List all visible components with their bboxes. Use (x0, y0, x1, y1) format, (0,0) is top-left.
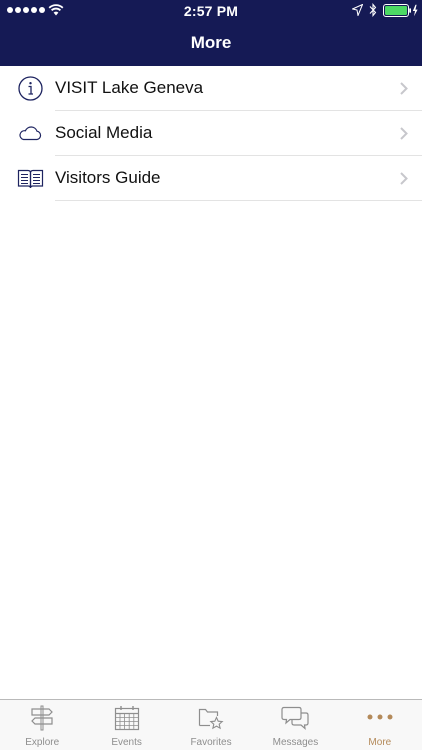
tab-explore[interactable]: Explore (0, 700, 84, 750)
app-screen: 2:57 PM More VISIT Lake Geneva Social Me… (0, 0, 422, 750)
tab-label: More (368, 737, 392, 748)
chevron-right-icon (400, 127, 408, 140)
page-title: More (190, 33, 232, 52)
tab-label: Messages (272, 737, 319, 748)
tab-favorites[interactable]: Favorites (169, 700, 253, 750)
battery-icon (383, 4, 418, 17)
divider (55, 200, 422, 201)
bluetooth-icon (369, 3, 377, 17)
more-menu-list: VISIT Lake Geneva Social Media Visitors … (0, 66, 422, 201)
tab-label: Favorites (190, 737, 232, 748)
tab-label: Events (111, 737, 142, 748)
list-item-visit-lake-geneva[interactable]: VISIT Lake Geneva (0, 66, 422, 111)
chat-bubbles-icon (281, 706, 310, 731)
more-dots-icon (367, 714, 393, 720)
chevron-right-icon (400, 82, 408, 95)
header: 2:57 PM More (0, 0, 422, 66)
list-item-visitors-guide[interactable]: Visitors Guide (0, 156, 422, 201)
list-item-label: Social Media (55, 123, 153, 142)
tab-events[interactable]: Events (84, 700, 168, 750)
status-bar: 2:57 PM (0, 0, 422, 22)
cloud-icon (19, 126, 42, 141)
tab-label: Explore (25, 737, 60, 748)
tab-more[interactable]: More (338, 700, 422, 750)
tab-messages[interactable]: Messages (253, 700, 337, 750)
list-item-label: VISIT Lake Geneva (55, 78, 204, 97)
chevron-right-icon (400, 172, 408, 185)
tab-bar: Explore Events Favorites Messages More (0, 699, 422, 750)
location-arrow-icon (352, 4, 363, 16)
list-item-social-media[interactable]: Social Media (0, 111, 422, 156)
list-item-label: Visitors Guide (55, 168, 161, 187)
folder-star-icon (198, 708, 224, 730)
signpost-icon (31, 705, 54, 731)
calendar-icon (114, 706, 139, 731)
info-icon (18, 76, 43, 101)
book-icon (17, 169, 44, 189)
